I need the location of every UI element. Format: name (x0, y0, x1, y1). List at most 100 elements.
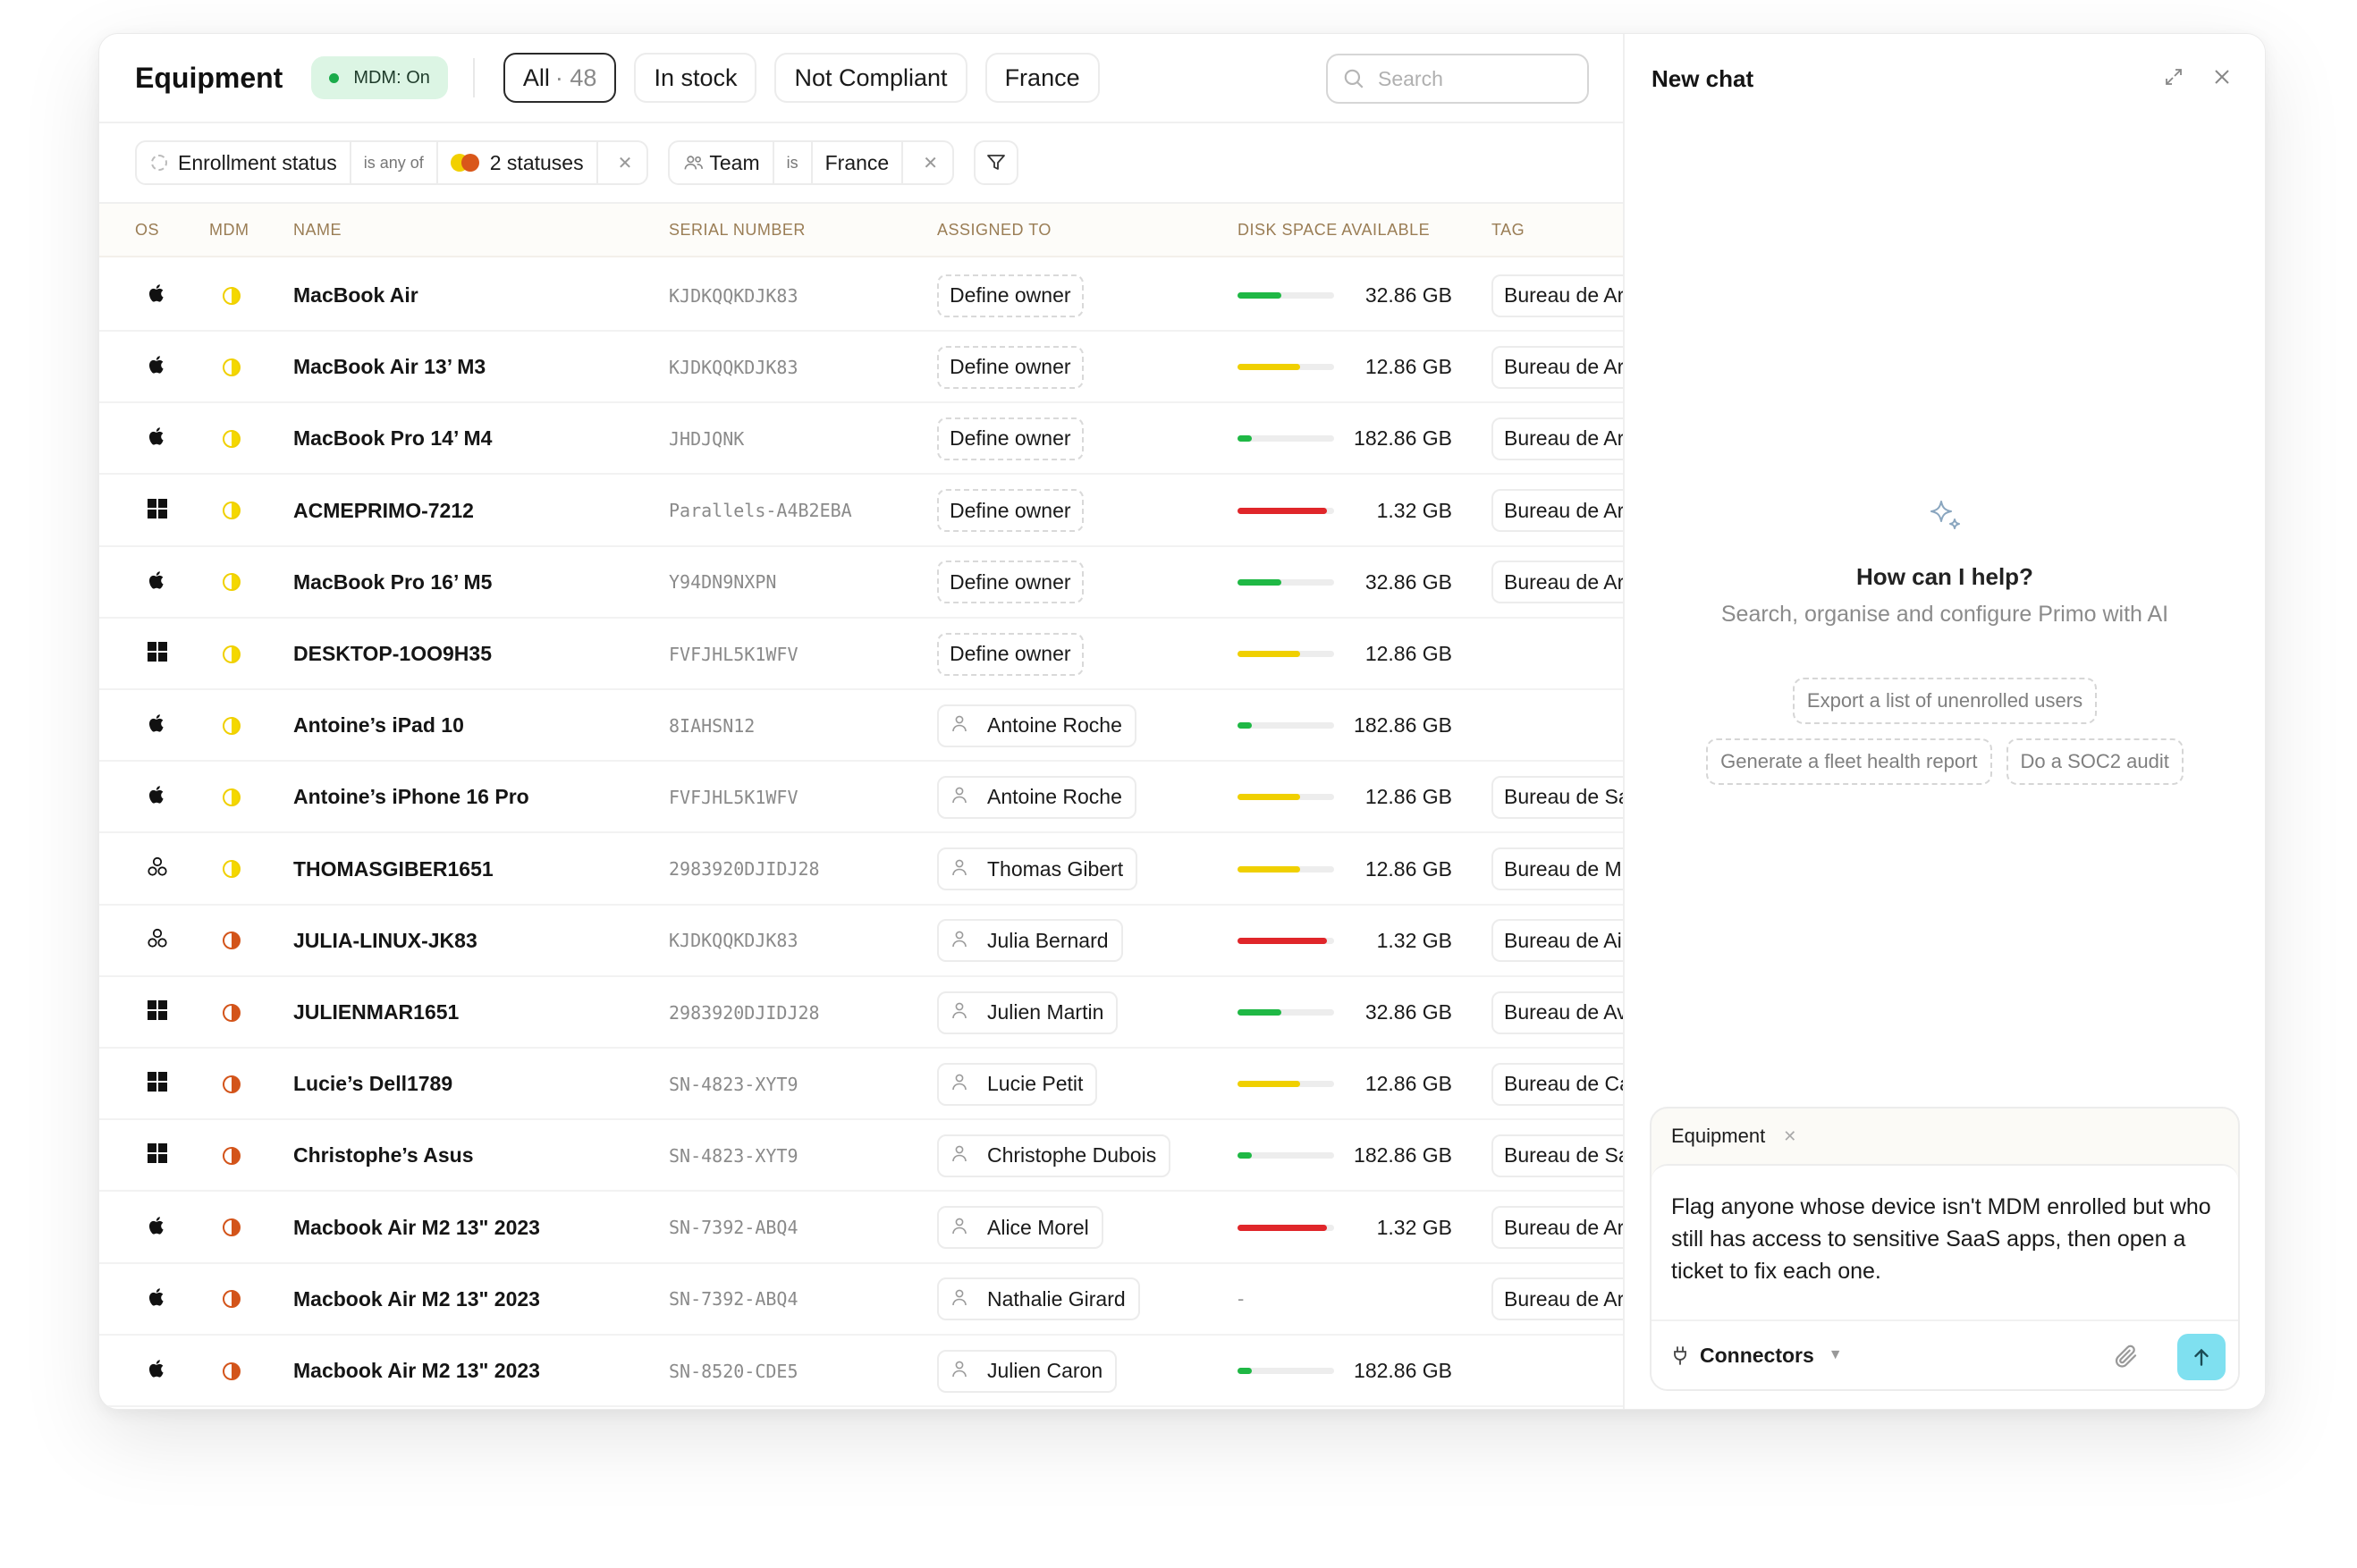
remove-filter-icon[interactable]: ✕ (923, 152, 938, 174)
suggestion-chip[interactable]: Generate a fleet health report (1706, 738, 1992, 785)
device-name[interactable]: MacBook Pro 14’ M4 (293, 402, 492, 475)
filter-team[interactable]: Team is France ✕ (668, 140, 954, 185)
filter-enrollment-status[interactable]: Enrollment status is any of 2 statuses ✕ (135, 140, 649, 185)
table-row[interactable]: Christophe’s Asus SN-4823-XYT9 Christophe … (99, 1119, 1623, 1193)
search-input[interactable]: Search (1326, 54, 1589, 104)
column-assigned-to[interactable]: ASSIGNED TO (937, 221, 1052, 240)
column-name[interactable]: NAME (293, 221, 342, 240)
assignee-chip[interactable]: Antoine Roche (937, 704, 1136, 747)
assignee-chip[interactable]: Antoine Roche (937, 775, 1136, 819)
tag-chip[interactable]: Bureau de Ai (1491, 919, 1623, 963)
table-row[interactable]: MacBook Air KJDKQQKDJK83 Define owner 32.86… (99, 259, 1623, 332)
assignee-chip[interactable]: Lucie Petit (937, 1062, 1098, 1106)
assignee-chip[interactable]: Nathalie Girard (937, 1277, 1140, 1321)
paperclip-icon[interactable] (2113, 1343, 2140, 1370)
device-name[interactable]: Antoine’s iPhone 16 Pro (293, 761, 529, 833)
define-owner-button[interactable]: Define owner (937, 561, 1084, 604)
define-owner-button[interactable]: Define owner (937, 345, 1084, 389)
tag-chip[interactable]: Bureau de Av (1491, 991, 1623, 1034)
device-name[interactable]: MacBook Air (293, 259, 418, 332)
tab-not-compliant[interactable]: Not Compliant (774, 53, 967, 103)
device-name[interactable]: ACMEPRIMO-7212 (293, 475, 474, 547)
tag-chip[interactable]: Bureau de M (1491, 847, 1623, 891)
define-owner-button[interactable]: Define owner (937, 489, 1084, 533)
tag-cell: Bureau de Ca (1491, 1048, 1623, 1120)
apple-icon (148, 426, 167, 451)
tag-cell: Bureau de Ar (1491, 1192, 1623, 1264)
device-name[interactable]: DESKTOP-1OO9H35 (293, 618, 492, 690)
define-owner-button[interactable]: Define owner (937, 632, 1084, 676)
search-placeholder: Search (1378, 66, 1443, 90)
device-name[interactable]: Macbook Air M2 13" 2023 (293, 1335, 540, 1407)
table-row[interactable]: Macbook Air M2 13" 2023 SN-7392-ABQ4 Natha… (99, 1263, 1623, 1336)
suggestion-chip[interactable]: Do a SOC2 audit (2006, 738, 2184, 785)
expand-icon[interactable] (2163, 66, 2184, 88)
tab-in-stock[interactable]: In stock (634, 53, 757, 103)
send-button[interactable] (2177, 1334, 2226, 1380)
table-row[interactable]: ACMEPRIMO-7212 Parallels-A4B2EBA Define ow… (99, 475, 1623, 547)
tag-chip[interactable]: Bureau de Ar (1491, 561, 1623, 604)
table-row[interactable]: Macbook Air M2 13" 2023 SN-8520-CDE5 Julie… (99, 1335, 1623, 1407)
add-filter-button[interactable] (973, 140, 1018, 185)
assignee-chip[interactable]: Julien Caron (937, 1349, 1118, 1393)
column-serial-number[interactable]: SERIAL NUMBER (669, 221, 806, 240)
mdm-status-badge[interactable]: MDM: On (311, 56, 448, 99)
table-row[interactable]: JULIA-LINUX-JK83 KJDKQQKDJK83 Julia Bernar… (99, 905, 1623, 977)
serial-number: FVFJHL5K1WFV (669, 643, 798, 665)
tag-chip[interactable]: Bureau de Ar (1491, 274, 1623, 317)
table-row[interactable]: MacBook Pro 14’ M4 JHDJQNK Define owner 182… (99, 402, 1623, 476)
table-row[interactable]: MacBook Air 13’ M3 KJDKQQKDJK83 Define own… (99, 331, 1623, 404)
remove-filter-icon[interactable]: ✕ (618, 152, 633, 174)
device-name[interactable]: JULIA-LINUX-JK83 (293, 905, 477, 977)
assignee-chip[interactable]: Julien Martin (937, 991, 1119, 1034)
table-row[interactable]: Antoine’s iPad 10 8IAHSN12 Antoine Roche 18… (99, 689, 1623, 763)
tab-france[interactable]: France (984, 53, 1100, 103)
define-owner-button[interactable]: Define owner (937, 417, 1084, 460)
device-name[interactable]: Antoine’s iPad 10 (293, 689, 464, 762)
define-owner-button[interactable]: Define owner (937, 274, 1084, 317)
tag-chip[interactable]: Bureau de Sa (1491, 1134, 1623, 1177)
device-name[interactable]: Lucie’s Dell1789 (293, 1048, 452, 1120)
tag-chip[interactable]: Bureau de Ar (1491, 1277, 1623, 1321)
table-row[interactable]: JULIENMAR1651 2983920DJIDJ28 Julien Martin… (99, 976, 1623, 1049)
suggestion-chip[interactable]: Export a list of unenrolled users (1792, 678, 2098, 724)
context-chip[interactable]: Equipment ✕ (1652, 1109, 2238, 1164)
remove-context-icon[interactable]: ✕ (1783, 1127, 1796, 1146)
tag-chip[interactable]: Bureau de Ar (1491, 1206, 1623, 1250)
table-row[interactable]: Antoine’s iPhone 16 Pro FVFJHL5K1WFV Antoi… (99, 761, 1623, 834)
tab-all[interactable]: All · 48 (503, 53, 617, 103)
device-name[interactable]: Macbook Air M2 13" 2023 (293, 1263, 540, 1336)
table-row[interactable]: THOMASGIBER1651 2983920DJIDJ28 Thomas Gibe… (99, 833, 1623, 906)
prompt-area[interactable]: Flag anyone whose device isn't MDM enrol… (1652, 1164, 2238, 1389)
tag-chip[interactable]: Bureau de Sa (1491, 775, 1623, 819)
device-name[interactable]: THOMASGIBER1651 (293, 833, 494, 906)
prompt-input[interactable]: Flag anyone whose device isn't MDM enrol… (1652, 1166, 2238, 1287)
close-icon[interactable] (2211, 66, 2233, 88)
os-cell (135, 1335, 180, 1407)
disk-usage-fill (1238, 292, 1281, 299)
assignee-chip[interactable]: Thomas Gibert (937, 847, 1138, 891)
device-name[interactable]: MacBook Air 13’ M3 (293, 331, 486, 403)
assignee-chip[interactable]: Julia Bernard (937, 919, 1123, 963)
device-name[interactable]: Christophe’s Asus (293, 1119, 474, 1192)
tag-chip[interactable]: Bureau de Ar (1491, 345, 1623, 389)
table-row[interactable]: MacBook Pro 16’ M5 Y94DN9NXPN Define owner… (99, 546, 1623, 619)
column-os[interactable]: OS (135, 221, 159, 240)
device-name[interactable]: JULIENMAR1651 (293, 976, 459, 1049)
tag-chip[interactable]: Bureau de Ar (1491, 417, 1623, 460)
column-tag[interactable]: TAG (1491, 221, 1525, 240)
column-disk-space[interactable]: DISK SPACE AVAILABLE (1238, 221, 1430, 240)
chat-composer: Equipment ✕ Flag anyone whose device isn… (1650, 1107, 2240, 1391)
assignee-chip[interactable]: Alice Morel (937, 1206, 1103, 1250)
table-row[interactable]: Macbook Air M2 13" 2023 SN-7392-ABQ4 Alice… (99, 1192, 1623, 1264)
tag-chip[interactable]: Bureau de Ar (1491, 489, 1623, 533)
table-row[interactable]: Lucie’s Dell1789 SN-4823-XYT9 Lucie Petit 1… (99, 1048, 1623, 1121)
connectors-dropdown[interactable]: Connectors ▼ (1671, 1344, 1843, 1368)
device-name[interactable]: Macbook Air M2 13" 2023 (293, 1192, 540, 1264)
table-row[interactable]: DESKTOP-1OO9H35 FVFJHL5K1WFV Define owner 1… (99, 618, 1623, 690)
assignee-chip[interactable]: Christophe Dubois (937, 1134, 1171, 1177)
column-mdm[interactable]: MDM (209, 221, 249, 240)
device-name[interactable]: MacBook Pro 16’ M5 (293, 546, 492, 619)
tag-chip[interactable]: Bureau de Ca (1491, 1062, 1623, 1106)
tab-all-count: · 48 (554, 63, 597, 91)
